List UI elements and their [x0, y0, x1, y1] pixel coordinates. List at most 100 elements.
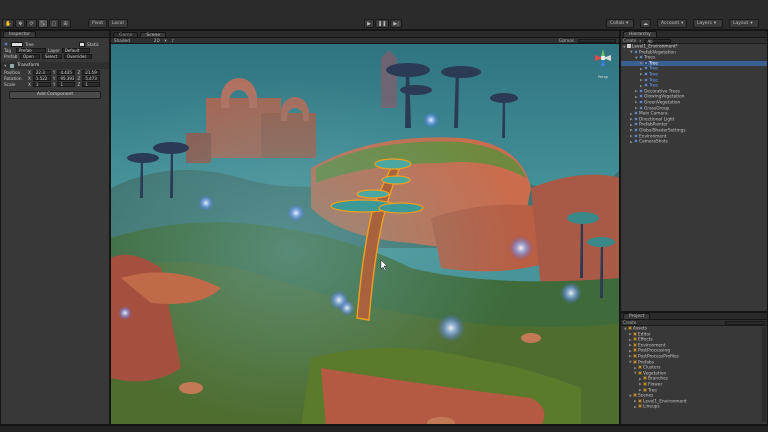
scene-viewport[interactable]: Persp: [110, 37, 620, 425]
tab-inspector[interactable]: Inspector: [3, 31, 36, 37]
prefab-open-button[interactable]: Open: [20, 53, 40, 59]
y-label: Y: [52, 69, 56, 75]
status-bar: [0, 425, 768, 432]
layer-dropdown[interactable]: Default: [61, 47, 90, 53]
hand-tool-button[interactable]: ✋: [2, 19, 15, 28]
scale-tool-button[interactable]: ⤡: [37, 19, 48, 28]
play-icon: ▶: [367, 20, 371, 27]
cube-icon: [639, 99, 643, 104]
folder-icon: [638, 370, 642, 375]
project-list: ▼ Assets ▶ Editor ▶ Effects ▶ Environment ▶ PostP…: [621, 326, 767, 410]
move-tool-button[interactable]: ✥: [15, 19, 26, 28]
folder-icon: [643, 381, 647, 386]
cube-icon: [644, 83, 648, 88]
scene-gizmo[interactable]: Persp: [591, 46, 615, 80]
scene-search-input[interactable]: [578, 38, 616, 43]
local-button[interactable]: Local: [108, 19, 128, 28]
layers-dropdown[interactable]: Layers ▾: [693, 19, 723, 28]
hierarchy-create-dropdown[interactable]: Create: [623, 38, 636, 43]
pivot-button[interactable]: Pivot: [88, 19, 108, 28]
step-button[interactable]: ▶|: [390, 19, 402, 28]
cube-icon: [634, 116, 638, 121]
prefab-select-button[interactable]: Select: [42, 53, 62, 59]
folder-icon: [638, 365, 642, 370]
layout-label: Layout: [733, 21, 749, 26]
account-dropdown[interactable]: Account ▾: [657, 19, 687, 28]
local-label: Local: [112, 21, 124, 26]
folder-icon: [633, 393, 637, 398]
cube-icon: [634, 111, 638, 116]
search-icon: ⌕: [639, 38, 642, 43]
x-label: X: [28, 81, 31, 87]
play-button[interactable]: ▶: [364, 19, 374, 28]
position-label: Position: [4, 69, 21, 75]
prefab-overrides-button[interactable]: Overrides: [64, 53, 92, 59]
folder-icon: [633, 359, 637, 364]
folder-icon: [633, 331, 637, 336]
transform-tool-button[interactable]: ⊞: [60, 19, 71, 28]
pause-icon: ❚❚: [378, 20, 387, 27]
position-x-field[interactable]: 22.3: [32, 69, 51, 75]
hierarchy-list: ▼ PrefabVegetation ▼ Trees ▶ Tree ▶ Tree ▶ Tree ▶ T…: [621, 49, 767, 145]
project-search-input[interactable]: [725, 320, 765, 325]
rect-tool-button[interactable]: ▢: [48, 19, 60, 28]
position-y-field[interactable]: 4.435: [57, 69, 76, 75]
project-scrollbar[interactable]: [762, 327, 766, 422]
object-name[interactable]: Tree: [25, 42, 77, 47]
right-toolbar: Collab ▾ ☁ Account ▾ Layers ▾ Layout ▾: [606, 19, 759, 28]
y-label: Y: [52, 75, 56, 81]
y-label: Y: [52, 81, 56, 87]
scale-x-field[interactable]: 1: [32, 81, 51, 87]
inspector-tabbar: Inspector: [1, 31, 109, 38]
collab-dropdown[interactable]: Collab ▾: [606, 19, 634, 28]
layout-dropdown[interactable]: Layout ▾: [729, 19, 759, 28]
hierarchy-row[interactable]: ▶ CameraShots: [621, 139, 767, 145]
pivot-group: Pivot Local: [88, 19, 128, 28]
project-create-dropdown[interactable]: Create: [623, 320, 636, 325]
project-panel: Project Create ▼ Assets ▶ Editor ▶ Effects ▶ En…: [620, 312, 768, 425]
folder-icon: [633, 337, 637, 342]
2d-toggle[interactable]: 2D: [154, 38, 160, 43]
transform-tools: ✋ ✥ ⟳ ⤡ ▢ ⊞: [2, 19, 71, 28]
z-label: Z: [77, 69, 81, 75]
audio-icon[interactable]: ♪: [171, 38, 174, 43]
cube-icon: [634, 139, 638, 144]
rotation-z-field[interactable]: 5.473: [82, 75, 101, 81]
folder-icon: [628, 326, 632, 330]
rotate-icon: ⟳: [29, 20, 34, 27]
active-checkbox[interactable]: [11, 41, 23, 47]
z-label: Z: [77, 81, 81, 87]
gizmos-dropdown[interactable]: Gizmos: [559, 38, 574, 43]
rotation-x-field[interactable]: 1.522: [32, 75, 51, 81]
add-component-button[interactable]: Add Component: [9, 91, 101, 99]
shaded-dropdown[interactable]: Shaded: [114, 38, 130, 43]
rotation-y-field[interactable]: 95.393: [57, 75, 76, 81]
rect-icon: ▢: [51, 20, 57, 27]
position-z-field[interactable]: 21.59: [82, 69, 101, 75]
lighting-icon[interactable]: ☀: [164, 38, 168, 43]
transform-header[interactable]: ▼ Transform: [1, 62, 109, 69]
cube-icon: [639, 55, 643, 60]
scale-y-field[interactable]: 1: [57, 81, 76, 87]
tab-project[interactable]: Project: [623, 313, 651, 319]
folder-icon: [633, 353, 637, 358]
layer-label: Layer: [48, 47, 60, 53]
object-header: Tree Static: [1, 41, 109, 47]
rotate-tool-button[interactable]: ⟳: [26, 19, 37, 28]
play-controls: ▶ ❚❚ ▶|: [364, 19, 402, 28]
z-label: Z: [77, 75, 81, 81]
chevron-down-icon: ▾: [681, 21, 684, 26]
cube-icon: [644, 60, 648, 65]
tab-hierarchy[interactable]: Hierarchy: [623, 31, 657, 37]
tag-label: Tag: [4, 47, 12, 53]
cube-icon: [4, 42, 8, 46]
scale-z-field[interactable]: 1: [82, 81, 101, 87]
project-row[interactable]: ▶ Lineups: [621, 404, 767, 410]
hierarchy-search-input[interactable]: All: [644, 38, 671, 43]
pause-button[interactable]: ❚❚: [375, 19, 390, 28]
cloud-button[interactable]: ☁: [640, 19, 651, 28]
tag-dropdown[interactable]: Prefab: [16, 47, 46, 53]
static-checkbox[interactable]: [79, 41, 85, 47]
scale-row: Scale X1 Y1 Z1: [1, 81, 109, 87]
folder-icon: [638, 404, 642, 409]
